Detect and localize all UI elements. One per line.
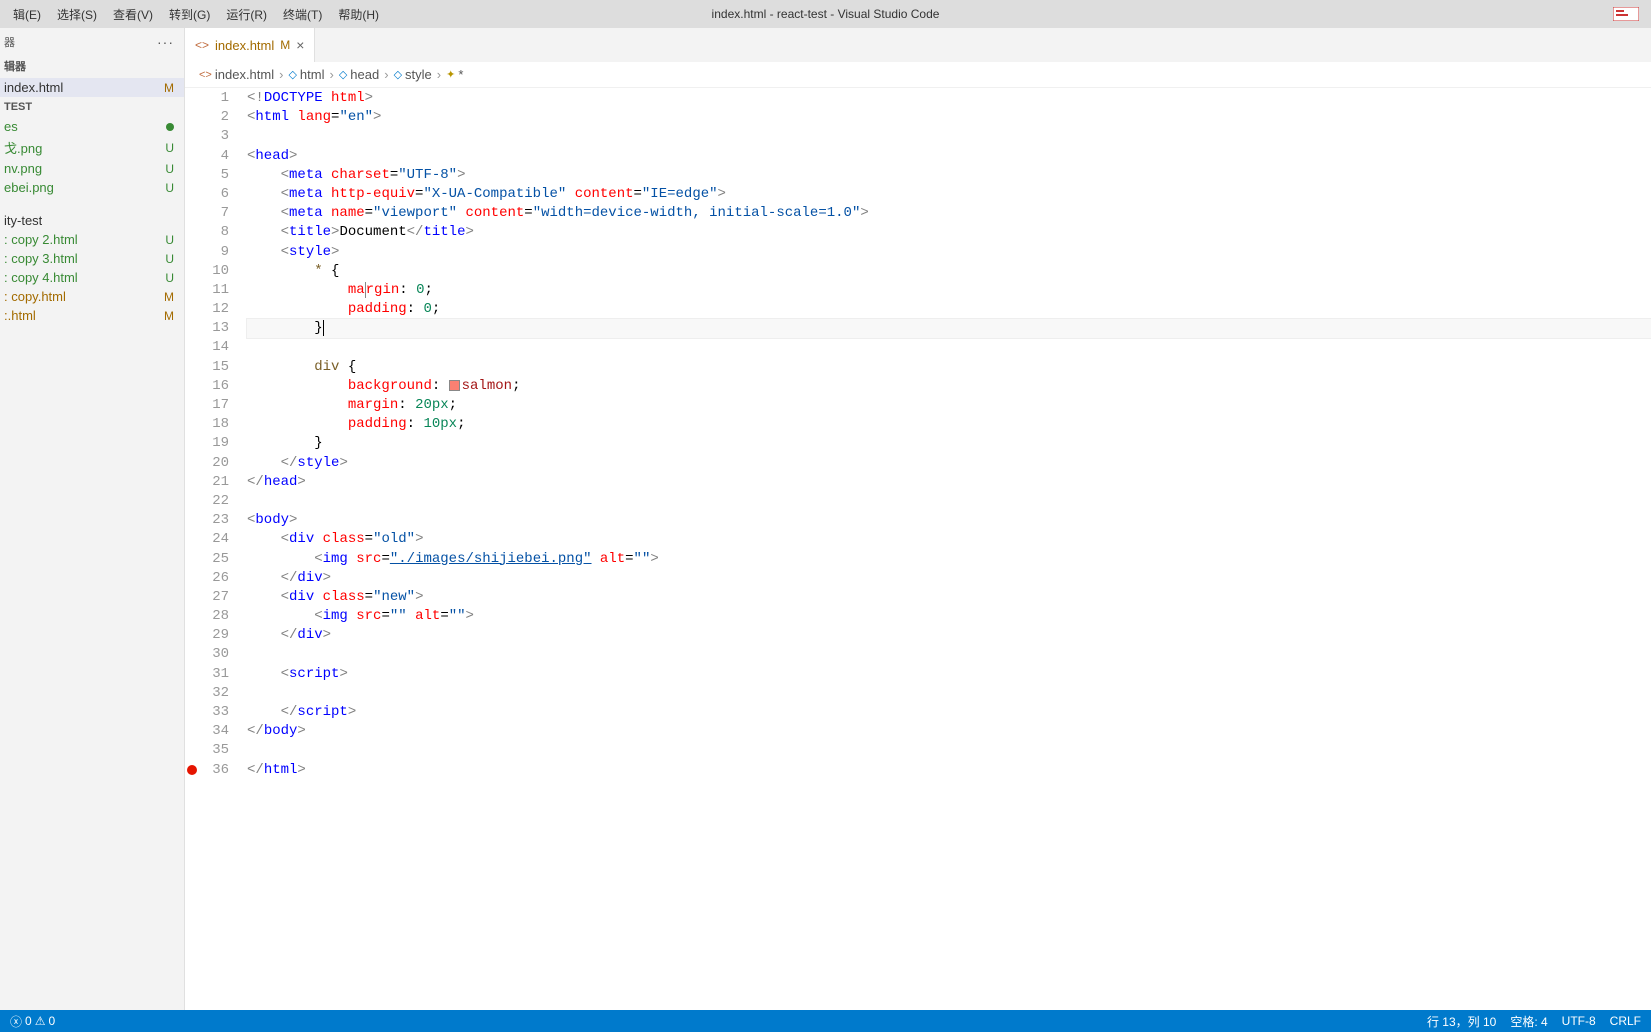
close-icon[interactable]: × [296,37,304,53]
tabs-bar: <> index.html M × [185,28,1651,62]
tab-label: index.html [215,38,274,53]
menu-terminal[interactable]: 终端(T) [275,2,330,27]
sidebar: 器 ··· 辑器 index.html M TEST es 戈.png U nv… [0,28,185,1010]
file-item[interactable]: : copy 3.html U [0,249,184,268]
file-name: : copy 3.html [4,251,78,266]
file-name: 戈.png [4,138,42,157]
tag-icon: ◇ [394,68,402,81]
file-name: : copy.html [4,289,66,304]
tab-badge: M [280,38,290,52]
file-name: ebei.png [4,180,54,195]
tag-icon: ◇ [339,68,347,81]
modified-dot [166,123,174,131]
tab-index-html[interactable]: <> index.html M × [185,28,315,62]
file-badge: U [165,162,174,176]
breadcrumbs[interactable]: <> index.html › ◇ html › ◇ head › ◇ styl… [185,62,1651,88]
breadcrumb[interactable]: head [350,67,379,82]
cursor-position[interactable]: 行 13，列 10 [1427,1013,1496,1030]
file-badge: U [165,141,174,155]
html-file-icon: <> [195,38,209,52]
file-badge: M [164,309,174,323]
error-count: 0 [25,1014,32,1028]
title-indicator [1611,5,1641,23]
menu-go[interactable]: 转到(G) [161,2,218,27]
folder-item[interactable]: ity-test [0,211,184,230]
breadcrumb[interactable]: * [458,67,463,82]
file-item[interactable]: : copy 2.html U [0,230,184,249]
file-item[interactable]: : copy 4.html U [0,268,184,287]
file-item[interactable]: ebei.png U [0,178,184,197]
file-name: : copy 2.html [4,232,78,247]
file-item[interactable]: nv.png U [0,159,184,178]
file-item[interactable]: :.html M [0,306,184,325]
open-editor-item[interactable]: index.html M [0,78,184,97]
file-badge: U [165,181,174,195]
titlebar: 辑(E) 选择(S) 查看(V) 转到(G) 运行(R) 终端(T) 帮助(H)… [0,0,1651,28]
error-icon: ⓧ [10,1013,22,1030]
file-badge: U [165,233,174,247]
menu-select[interactable]: 选择(S) [49,2,105,27]
file-item[interactable]: 戈.png U [0,136,184,159]
indentation[interactable]: 空格: 4 [1510,1013,1547,1030]
menu-run[interactable]: 运行(R) [218,2,275,27]
warning-count: 0 [48,1014,55,1028]
folder-label[interactable]: TEST [0,97,184,117]
file-name: index.html [4,80,63,95]
file-name: nv.png [4,161,42,176]
breadcrumb[interactable]: html [300,67,325,82]
tag-icon: ◇ [288,68,296,81]
warning-icon: ⚠ [35,1014,46,1028]
statusbar: ⓧ0 ⚠0 行 13，列 10 空格: 4 UTF-8 CRLF [0,1010,1651,1032]
file-item[interactable]: es [0,117,184,136]
open-editors-label: 辑器 [0,54,184,78]
file-badge: U [165,271,174,285]
file-item[interactable]: : copy.html M [0,287,184,306]
encoding[interactable]: UTF-8 [1562,1014,1596,1028]
folder-name: ity-test [4,213,42,228]
window-title: index.html - react-test - Visual Studio … [712,7,940,21]
eol[interactable]: CRLF [1610,1014,1641,1028]
editor-area: <> index.html M × <> index.html › ◇ html… [185,28,1651,1010]
file-badge: M [164,81,174,95]
more-icon[interactable]: ··· [157,34,174,50]
file-name: es [4,119,18,134]
menubar: 辑(E) 选择(S) 查看(V) 转到(G) 运行(R) 终端(T) 帮助(H) [0,2,387,27]
file-name: :.html [4,308,36,323]
status-problems[interactable]: ⓧ0 ⚠0 [10,1013,55,1030]
breadcrumb[interactable]: index.html [215,67,274,82]
html-file-icon: <> [199,69,212,81]
menu-help[interactable]: 帮助(H) [330,2,387,27]
file-badge: M [164,290,174,304]
file-name: : copy 4.html [4,270,78,285]
menu-edit[interactable]: 辑(E) [5,2,49,27]
breadcrumb[interactable]: style [405,67,432,82]
sidebar-header: 器 [4,34,15,50]
symbol-icon: ✦ [446,68,455,81]
code-editor[interactable]: 1234567891011121314151617181920212223242… [185,88,1651,1010]
menu-view[interactable]: 查看(V) [105,2,161,27]
file-badge: U [165,252,174,266]
